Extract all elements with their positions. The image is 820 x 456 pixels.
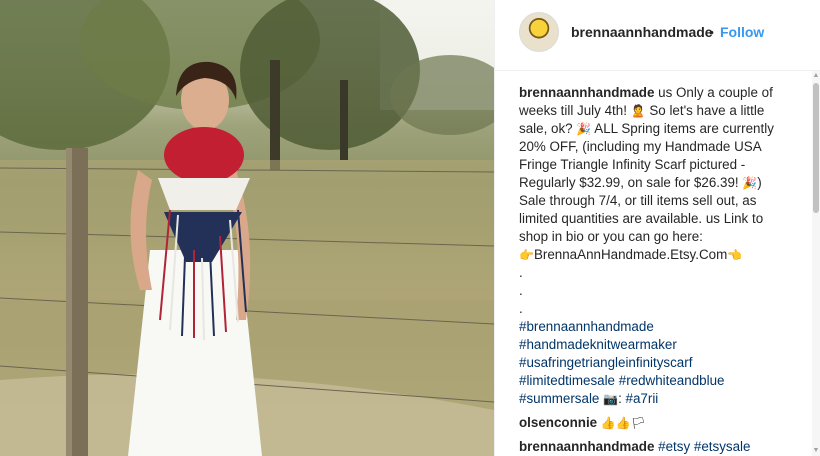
caption-text: Regularly $32.99, on sale for $26.39! [519, 175, 739, 190]
scroll-up-arrow-icon[interactable]: ▲ [812, 71, 820, 81]
follow-button[interactable]: Follow [720, 24, 764, 40]
comments-list: brennaannhandmade us Only a couple of we… [519, 84, 791, 456]
caption-text: Sale through 7/4, or till items sell out… [519, 193, 757, 208]
hashtag-link[interactable]: #limitedtimesale [519, 373, 615, 388]
caption-dot: . [519, 265, 523, 280]
scroll-thumb[interactable] [813, 83, 819, 213]
caption-text: limited quantities are available. us Lin… [519, 211, 764, 226]
comment-username[interactable]: brennaannhandmade [519, 439, 654, 454]
thumbs-up-icon: 👍 [600, 416, 616, 430]
point-left-icon: 👈 [727, 248, 743, 262]
caption-text: 20% OFF, (including my Handmade USA [519, 139, 762, 154]
hashtag-link[interactable]: #a7rii [626, 391, 659, 406]
thumbs-up-icon: 👍 [615, 416, 631, 430]
comment-item: olsenconnie 👍👍🏳 [519, 414, 791, 432]
post-author-username[interactable]: brennaannhandmade [571, 24, 713, 40]
caption-text: weeks till July 4th! [519, 103, 627, 118]
caption-dot: . [519, 301, 523, 316]
hashtag-link[interactable]: #handmadeknitwearmaker [519, 337, 677, 352]
shop-link-text: BrennaAnnHandmade.Etsy.Com [533, 247, 728, 262]
caption-text: So let's have a little [649, 103, 765, 118]
party-popper-icon: 🎉 [742, 176, 758, 190]
flag-icon: 🏳 [630, 416, 647, 430]
hashtag-link[interactable]: #usafringetriangleinfinityscarf [519, 355, 692, 370]
caption-text: us Only a couple of [658, 85, 773, 100]
instagram-post-viewer: brennaannhandmade • Follow brennaannhand… [0, 0, 820, 456]
hashtag-link[interactable]: #summersale [519, 391, 599, 406]
post-header: brennaannhandmade • Follow [495, 0, 820, 71]
scroll-down-arrow-icon[interactable]: ▼ [812, 446, 820, 456]
hashtag-link[interactable]: #brennaannhandmade [519, 319, 654, 334]
photo-illustration [0, 0, 494, 456]
comment-hashtags[interactable]: #etsy #etsysale [658, 439, 750, 454]
caption-text: ) [757, 175, 762, 190]
caption-text: sale, ok? [519, 121, 573, 136]
caption-username[interactable]: brennaannhandmade [519, 85, 654, 100]
caption-text: shop in bio or you can go here: [519, 229, 703, 244]
caption-text: : [618, 391, 622, 406]
caption: brennaannhandmade us Only a couple of we… [519, 84, 791, 408]
point-right-icon: 👉 [519, 248, 534, 262]
comment-item: brennaannhandmade #etsy #etsysale [519, 438, 791, 456]
hashtag-link[interactable]: #redwhiteandblue [619, 373, 725, 388]
post-photo[interactable] [0, 0, 494, 456]
comment-username[interactable]: olsenconnie [519, 415, 597, 430]
avatar[interactable] [519, 12, 559, 52]
woman-emoji-icon: 🙎 [630, 104, 646, 118]
caption-dot: . [519, 283, 523, 298]
camera-icon: 📷 [603, 392, 619, 406]
caption-text: Fringe Triangle Infinity Scarf pictured … [519, 157, 746, 172]
caption-text: ALL Spring items are currently [594, 121, 774, 136]
comments-scrollbar[interactable]: ▲ ▼ [812, 71, 820, 456]
post-details-panel: brennaannhandmade • Follow brennaannhand… [494, 0, 820, 456]
header-dot-separator: • [709, 24, 714, 40]
party-popper-icon: 🎉 [576, 122, 592, 136]
